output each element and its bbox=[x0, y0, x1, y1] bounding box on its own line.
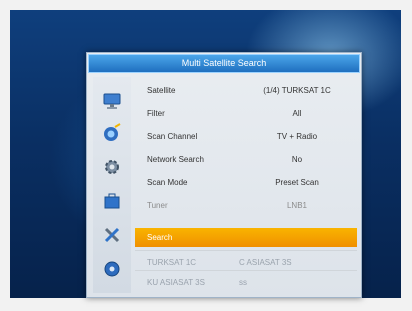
multi-satellite-search-dialog: Multi Satellite Search Satellite (1/4) T… bbox=[86, 52, 362, 298]
scan-channel-value: TV + Radio bbox=[276, 132, 318, 141]
network-search-value: No bbox=[291, 155, 303, 164]
tools-icon[interactable] bbox=[102, 225, 122, 245]
setting-row-network-search[interactable]: Network Search No bbox=[135, 148, 357, 170]
result-row: KU ASIASAT 3S ss bbox=[135, 270, 357, 293]
tuner-value: LNB1 bbox=[286, 201, 307, 210]
search-label: Search bbox=[147, 233, 173, 242]
filter-label: Filter bbox=[147, 109, 165, 118]
satellite-value: (1/4) TURKSAT 1C bbox=[263, 86, 331, 95]
setting-row-scan-mode[interactable]: Scan Mode Preset Scan bbox=[135, 171, 357, 193]
search-button[interactable]: Search bbox=[135, 228, 357, 247]
menu-icon-column bbox=[93, 77, 131, 293]
network-search-label: Network Search bbox=[147, 155, 204, 164]
tv-screen: Multi Satellite Search Satellite (1/4) T… bbox=[10, 10, 401, 298]
result-right: C ASIASAT 3S bbox=[239, 258, 292, 267]
toolbox-icon[interactable] bbox=[102, 191, 122, 211]
scan-mode-value: Preset Scan bbox=[275, 178, 319, 187]
scan-channel-label: Scan Channel bbox=[147, 132, 198, 141]
scan-mode-label: Scan Mode bbox=[147, 178, 188, 187]
settings-list: Satellite (1/4) TURKSAT 1C Filter All Sc… bbox=[135, 77, 357, 293]
setting-row-tuner: Tuner LNB1 bbox=[135, 194, 357, 216]
filter-value: All bbox=[292, 109, 302, 118]
gear-icon[interactable] bbox=[102, 157, 122, 177]
media-disc-icon[interactable] bbox=[102, 259, 122, 279]
result-left: TURKSAT 1C bbox=[147, 258, 197, 267]
dialog-title: Multi Satellite Search bbox=[88, 54, 360, 73]
setting-row-satellite[interactable]: Satellite (1/4) TURKSAT 1C bbox=[135, 79, 357, 101]
monitor-icon[interactable] bbox=[102, 91, 122, 111]
result-left: KU ASIASAT 3S bbox=[147, 278, 205, 287]
satellite-label: Satellite bbox=[147, 86, 176, 95]
satellite-dish-icon[interactable] bbox=[102, 123, 122, 143]
setting-row-filter[interactable]: Filter All bbox=[135, 102, 357, 124]
result-right: ss bbox=[239, 278, 247, 287]
tuner-label: Tuner bbox=[147, 201, 168, 210]
setting-row-scan-channel[interactable]: Scan Channel TV + Radio bbox=[135, 125, 357, 147]
